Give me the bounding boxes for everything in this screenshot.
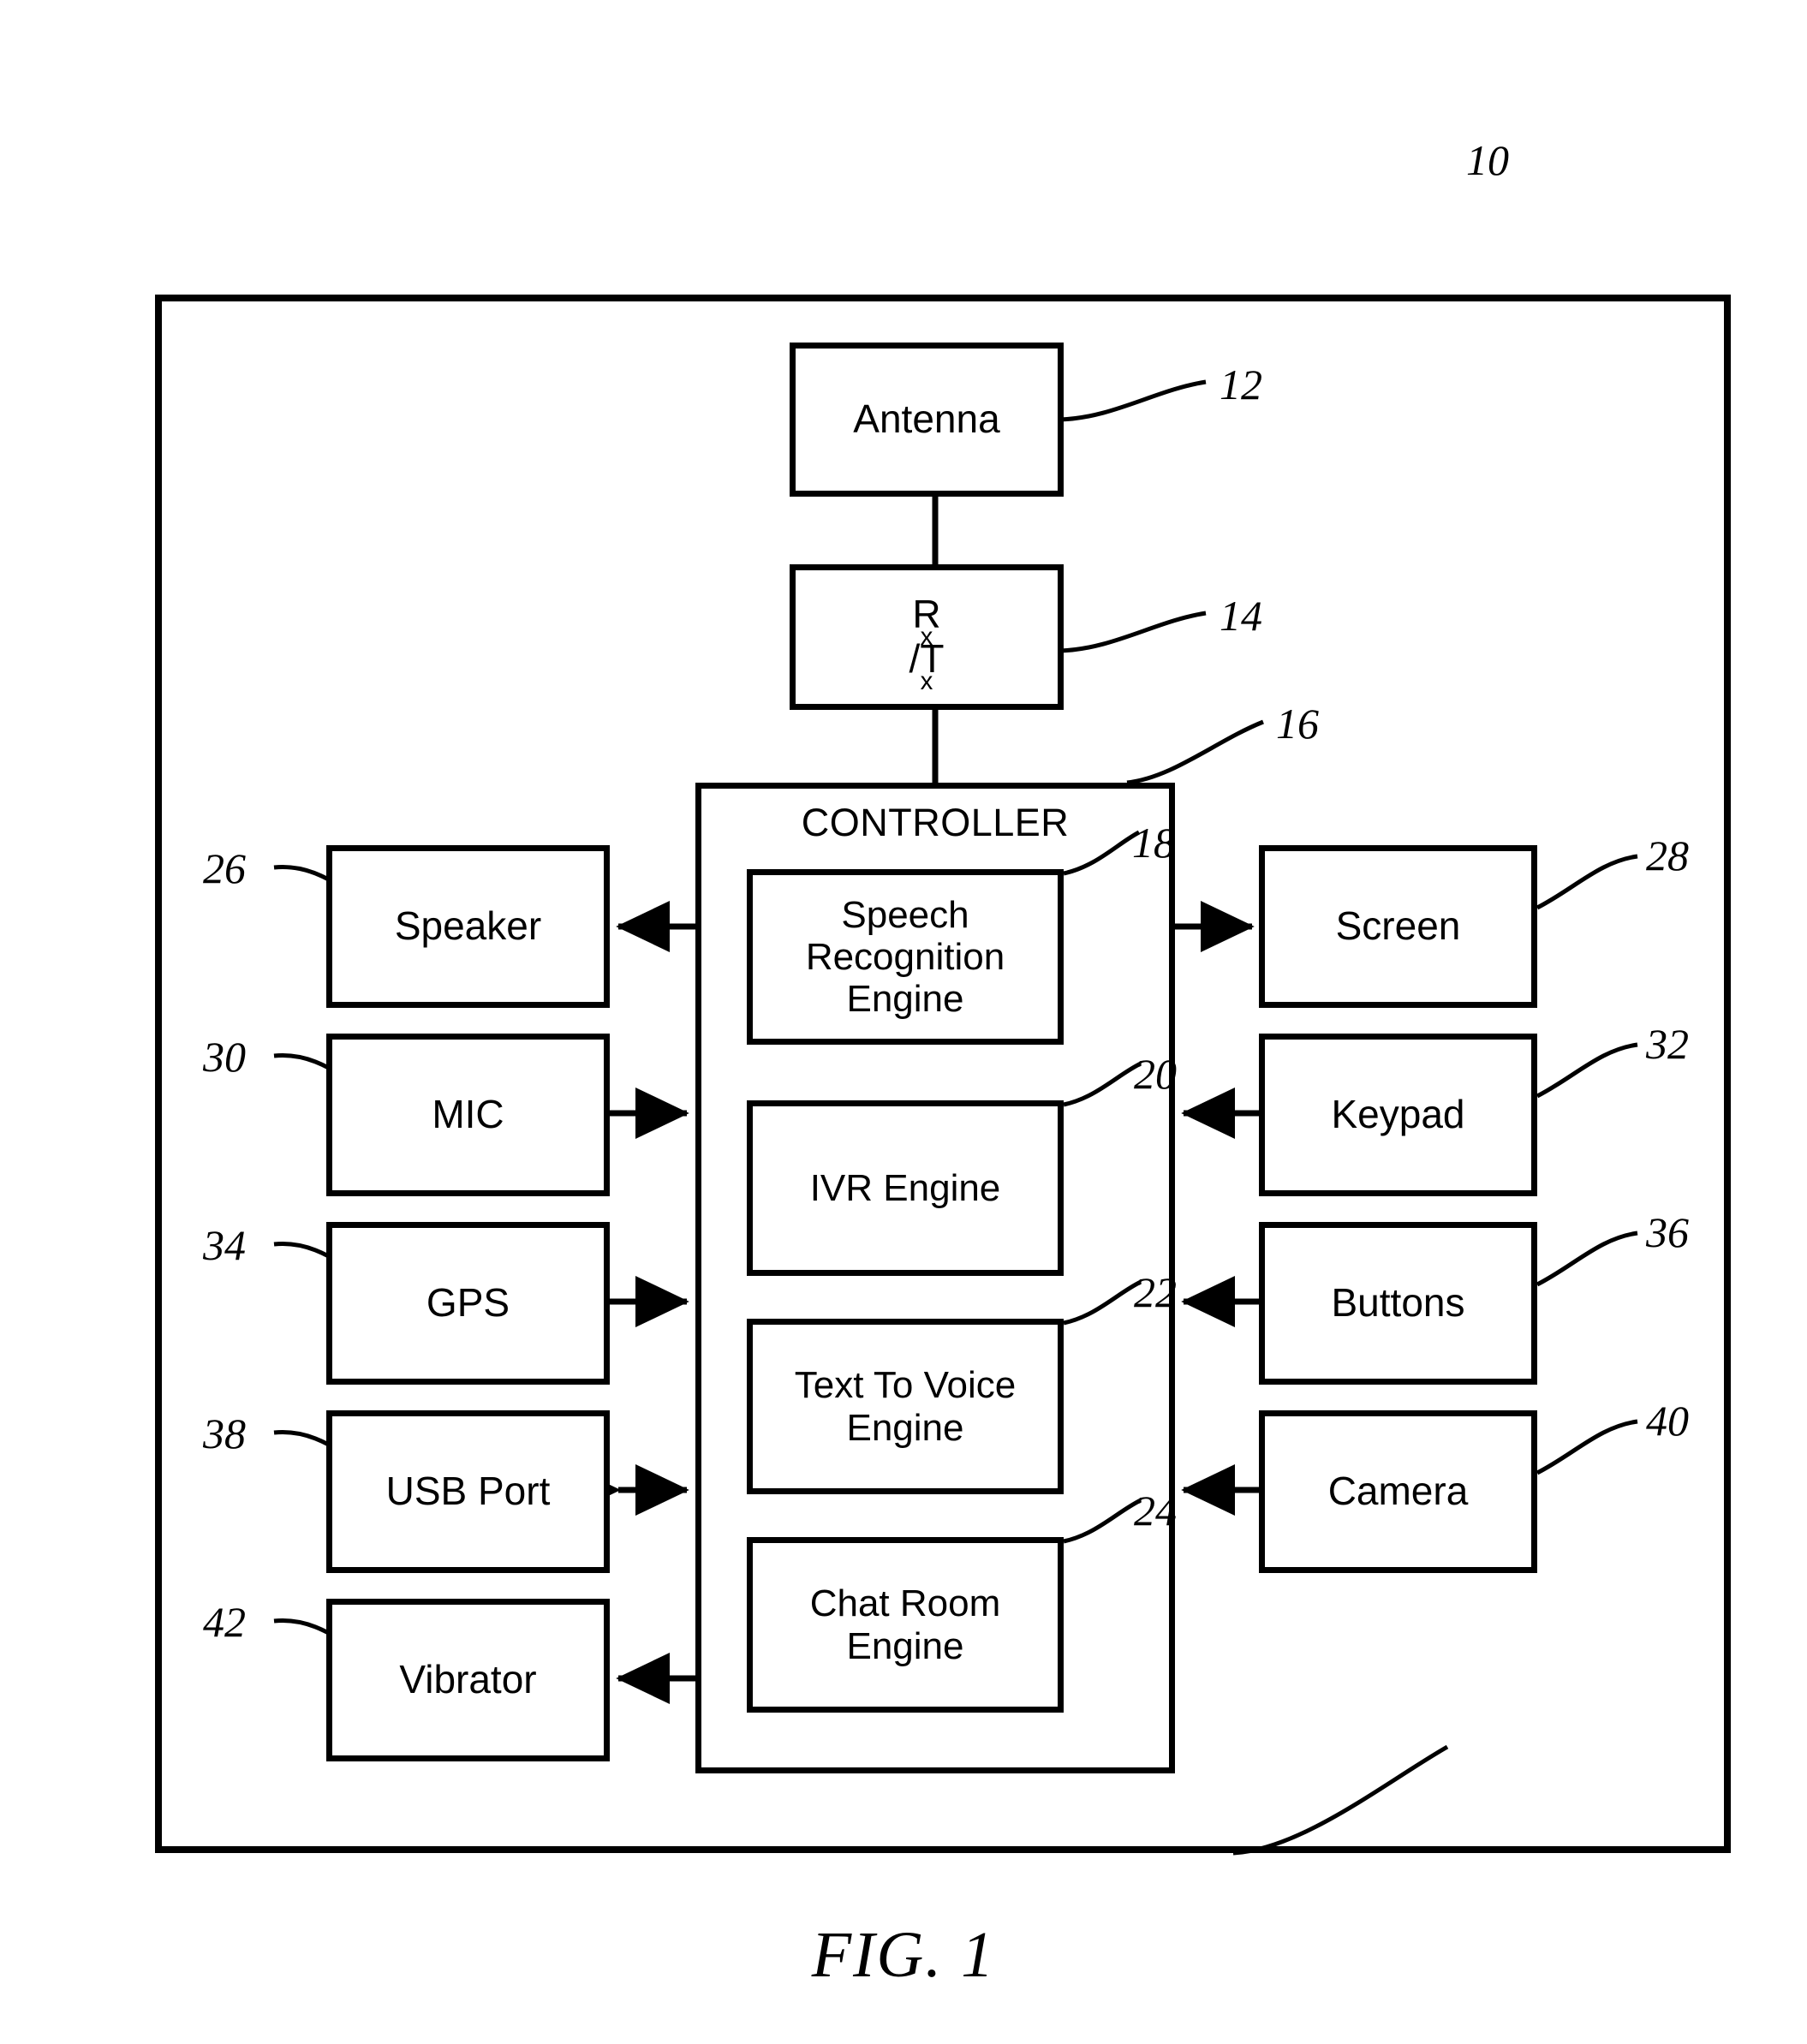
- controller-title: CONTROLLER: [801, 801, 1070, 844]
- ref-numeral-22: 22: [1134, 1268, 1177, 1316]
- block-chat-room-engine-label: Chat Room Engine: [809, 1582, 1001, 1667]
- ref-numeral-40: 40: [1646, 1397, 1689, 1445]
- patent-figure-page: 10 Antenna 12 Rx/T x 14 CONTROLLER 16 Spe…: [0, 0, 1807, 2044]
- block-mic: MIC: [326, 1034, 610, 1196]
- block-speech-recognition-engine-label: Speech Recognition Engine: [805, 893, 1005, 1021]
- block-antenna-label: Antenna: [853, 396, 1000, 442]
- block-camera-label: Camera: [1327, 1469, 1469, 1514]
- ref-numeral-14: 14: [1220, 592, 1262, 640]
- ref-numeral-32: 32: [1646, 1020, 1689, 1068]
- block-usb-port: USB Port: [326, 1410, 610, 1573]
- block-transceiver-label: Rx/T x: [909, 592, 945, 695]
- ref-numeral-34: 34: [203, 1221, 246, 1269]
- ref-numeral-38: 38: [203, 1409, 246, 1457]
- block-screen-label: Screen: [1335, 903, 1461, 949]
- block-text-to-voice-engine-label: Text To Voice Engine: [794, 1364, 1017, 1449]
- block-camera: Camera: [1259, 1410, 1537, 1573]
- figure-caption: FIG. 1: [811, 1919, 996, 1991]
- block-buttons: Buttons: [1259, 1222, 1537, 1385]
- ref-numeral-26: 26: [203, 844, 246, 892]
- ref-numeral-12: 12: [1220, 361, 1262, 408]
- block-ivr-engine: IVR Engine: [747, 1100, 1064, 1276]
- block-keypad-label: Keypad: [1331, 1092, 1465, 1137]
- block-screen: Screen: [1259, 845, 1537, 1008]
- block-keypad: Keypad: [1259, 1034, 1537, 1196]
- ref-numeral-10: 10: [1466, 136, 1509, 184]
- block-speaker-label: Speaker: [394, 903, 542, 949]
- ref-numeral-24: 24: [1134, 1487, 1177, 1534]
- ref-numeral-30: 30: [203, 1033, 246, 1081]
- block-antenna: Antenna: [790, 343, 1064, 497]
- block-ivr-engine-label: IVR Engine: [809, 1166, 1001, 1209]
- ref-numeral-36: 36: [1646, 1208, 1689, 1256]
- block-mic-label: MIC: [432, 1092, 504, 1137]
- block-text-to-voice-engine: Text To Voice Engine: [747, 1319, 1064, 1494]
- ref-numeral-42: 42: [203, 1598, 246, 1646]
- block-speech-recognition-engine: Speech Recognition Engine: [747, 869, 1064, 1045]
- block-transceiver: Rx/T x: [790, 564, 1064, 710]
- block-usb-port-label: USB Port: [385, 1469, 551, 1514]
- ref-numeral-28: 28: [1646, 831, 1689, 879]
- block-chat-room-engine: Chat Room Engine: [747, 1537, 1064, 1713]
- block-gps-label: GPS: [426, 1280, 510, 1326]
- ref-numeral-18: 18: [1132, 819, 1175, 867]
- ref-numeral-20: 20: [1134, 1050, 1177, 1098]
- block-buttons-label: Buttons: [1331, 1280, 1465, 1326]
- block-vibrator-label: Vibrator: [399, 1657, 537, 1702]
- block-gps: GPS: [326, 1222, 610, 1385]
- block-speaker: Speaker: [326, 845, 610, 1008]
- block-vibrator: Vibrator: [326, 1599, 610, 1761]
- ref-numeral-16: 16: [1276, 700, 1319, 748]
